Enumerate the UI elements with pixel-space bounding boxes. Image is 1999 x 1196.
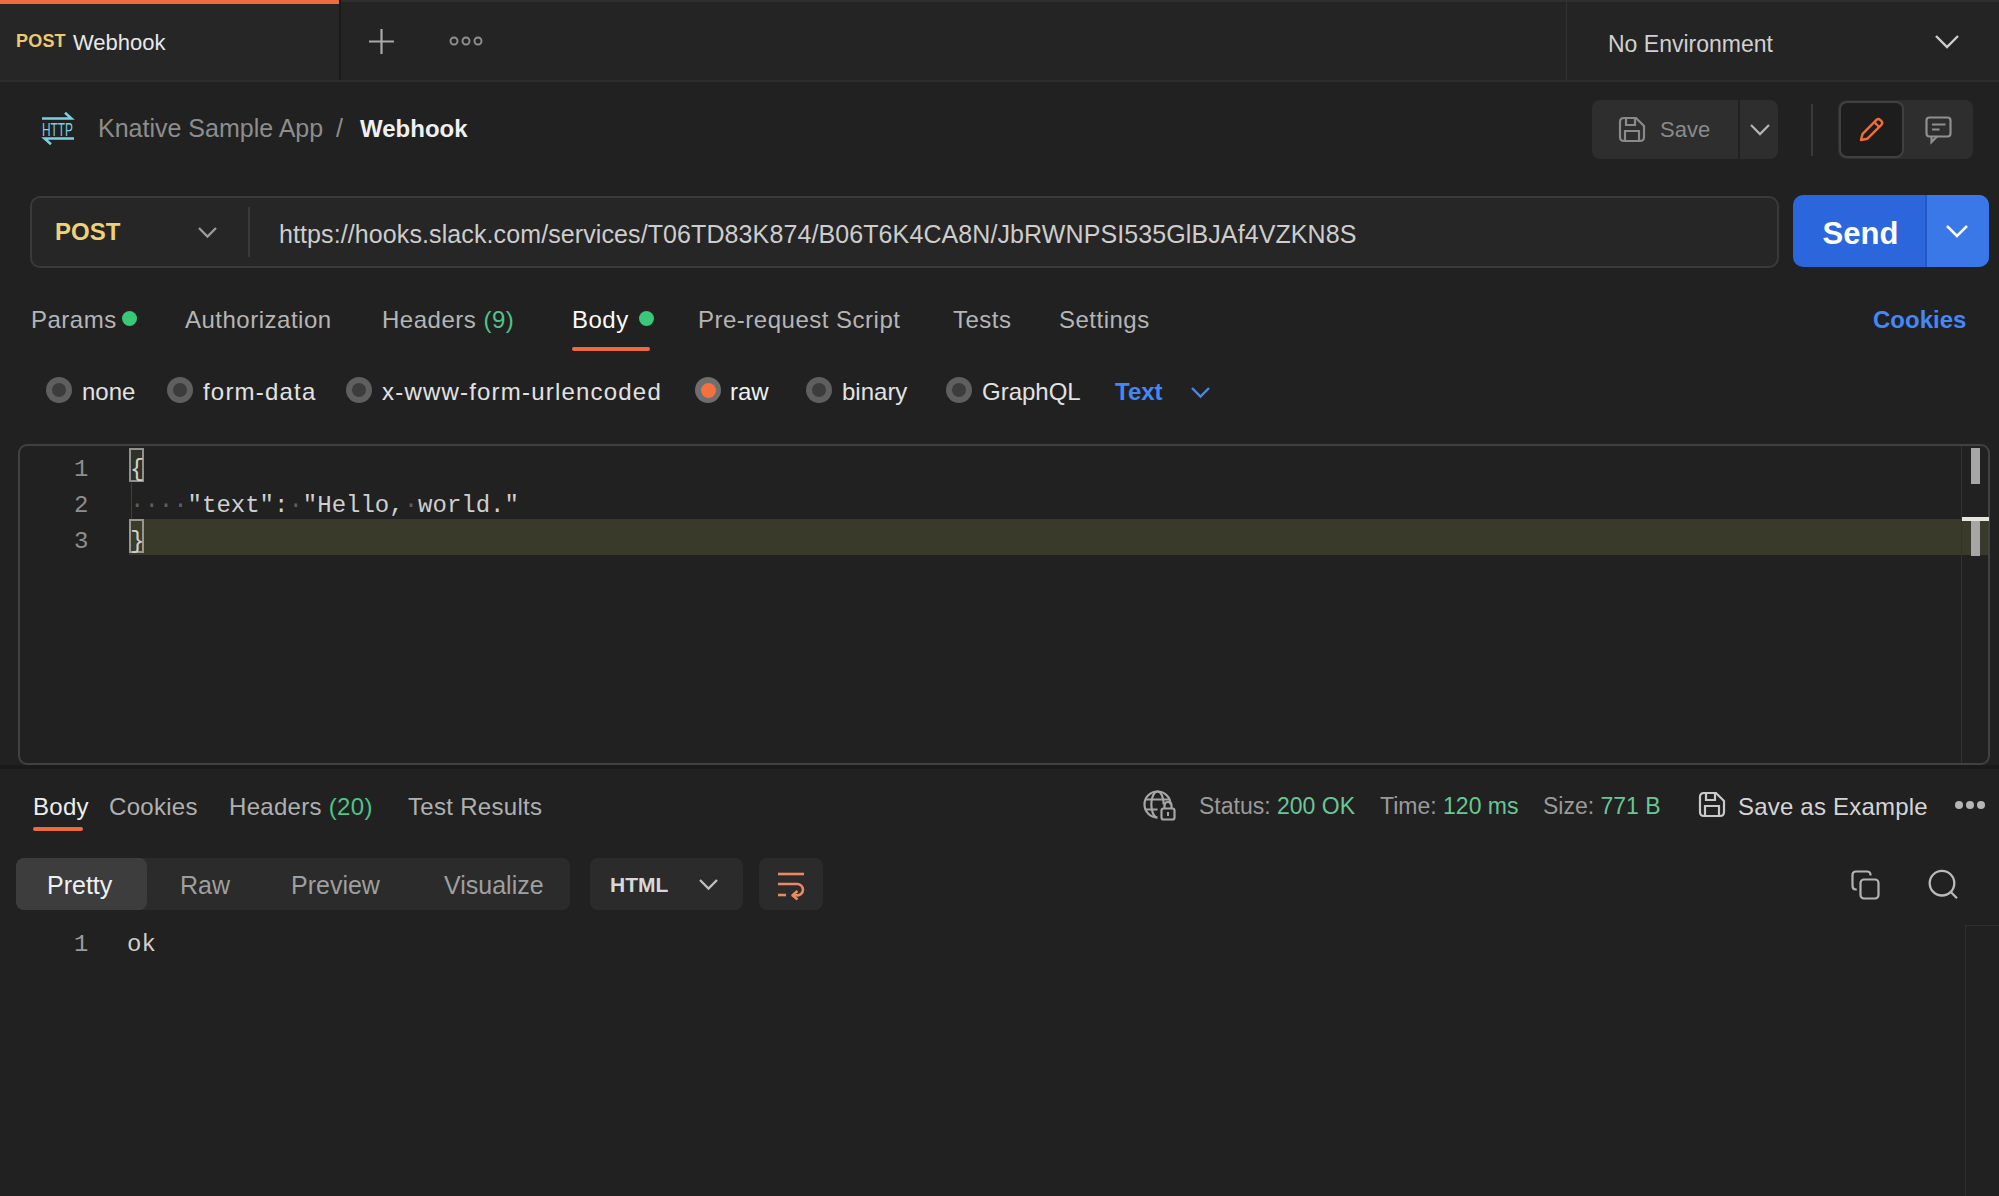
svg-text:HTTP: HTTP (42, 119, 73, 140)
